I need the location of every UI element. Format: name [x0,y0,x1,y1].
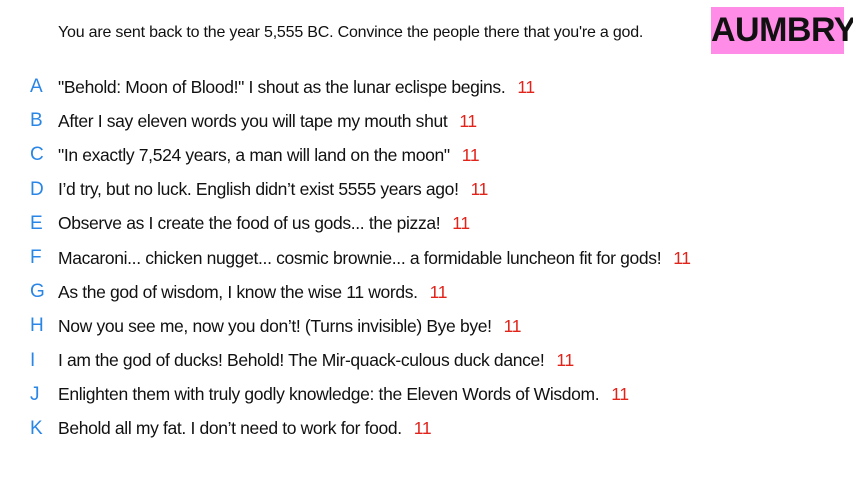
answer-letter: G [30,281,45,303]
answer-score: 11 [517,76,535,97]
answer-text-wrap: Macaroni... chicken nugget... cosmic bro… [58,248,691,269]
answer-text-wrap: Now you see me, now you don’t! (Turns in… [58,316,521,337]
answer-score: 11 [673,247,691,268]
answer-row-a: A "Behold: Moon of Blood!" I shout as th… [0,70,853,104]
answer-score: 11 [413,418,432,439]
answer-letter: C [30,144,44,166]
brand-logo: AUMBRY [711,7,853,54]
answer-text: Behold all my fat. I don’t need to work … [58,418,402,439]
answer-score: 11 [429,281,448,302]
answer-text: Now you see me, now you don’t! (Turns in… [58,315,492,336]
answer-text-wrap: Observe as I create the food of us gods.… [58,213,470,234]
answer-letter: E [30,212,43,234]
answer-text: Macaroni... chicken nugget... cosmic bro… [58,247,662,268]
answer-text: Enlighten them with truly godly knowledg… [58,384,600,405]
answer-text-wrap: Behold all my fat. I don’t need to work … [58,418,432,439]
answer-score: 11 [461,144,480,165]
answer-row-c: C "In exactly 7,524 years, a man will la… [0,138,853,172]
answer-letter: F [30,247,42,269]
answer-text: Observe as I create the food of us gods.… [58,213,441,234]
answer-text: After I say eleven words you will tape m… [58,110,448,131]
answer-text-wrap: After I say eleven words you will tape m… [58,111,477,132]
answer-letter: B [30,110,43,132]
answer-list: A "Behold: Moon of Blood!" I shout as th… [0,70,853,446]
answer-score: 11 [452,213,470,234]
answer-row-k: K Behold all my fat. I don’t need to wor… [0,412,853,446]
answer-row-h: H Now you see me, now you don’t! (Turns … [0,309,853,343]
answer-text: As the god of wisdom, I know the wise 11… [58,281,418,302]
answer-text-wrap: Enlighten them with truly godly knowledg… [58,384,629,405]
answer-score: 11 [556,350,574,371]
answer-text: "Behold: Moon of Blood!" I shout as the … [58,76,506,97]
answer-score: 11 [503,315,522,336]
answer-letter: H [30,315,44,337]
answer-text-wrap: I’d try, but no luck. English didn’t exi… [58,179,488,200]
answer-row-e: E Observe as I create the food of us god… [0,207,853,241]
answer-row-i: I I am the god of ducks! Behold! The Mir… [0,344,853,378]
answer-text-wrap: "Behold: Moon of Blood!" I shout as the … [58,77,535,98]
answer-score: 11 [470,179,489,200]
answer-letter: I [30,349,36,371]
answer-text: I’d try, but no luck. English didn’t exi… [58,179,459,200]
answer-row-f: F Macaroni... chicken nugget... cosmic b… [0,241,853,275]
answer-text-wrap: I am the god of ducks! Behold! The Mir-q… [58,350,574,371]
question-prompt: You are sent back to the year 5,555 BC. … [58,24,644,41]
answer-row-b: B After I say eleven words you will tape… [0,104,853,138]
answer-row-d: D I’d try, but no luck. English didn’t e… [0,173,853,207]
answer-letter: D [30,178,44,200]
answer-letter: J [30,383,40,405]
answer-row-g: G As the god of wisdom, I know the wise … [0,275,853,309]
answer-letter: A [30,76,43,98]
answer-text-wrap: As the god of wisdom, I know the wise 11… [58,282,447,303]
game-results-screen: You are sent back to the year 5,555 BC. … [0,0,853,480]
answer-text: I am the god of ducks! Behold! The Mir-q… [58,350,545,371]
answer-text: "In exactly 7,524 years, a man will land… [58,144,450,165]
answer-text-wrap: "In exactly 7,524 years, a man will land… [58,144,480,166]
answer-row-j: J Enlighten them with truly godly knowle… [0,378,853,412]
answer-letter: K [30,417,43,439]
answer-score: 11 [611,384,629,405]
answer-score: 11 [459,110,477,131]
